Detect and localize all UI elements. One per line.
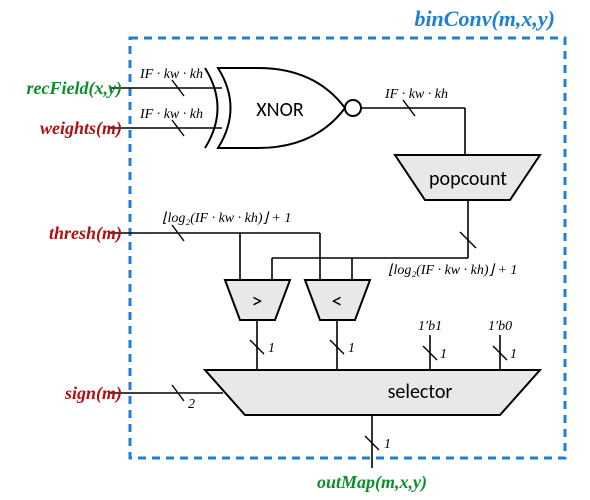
lt-comparator: < bbox=[305, 280, 370, 320]
module-title: binConv(m,x,y) bbox=[414, 6, 555, 31]
thresh-port: thresh(m) bbox=[49, 223, 122, 244]
sign-width-label: 2 bbox=[188, 397, 195, 412]
const-b0: 1 1′b0 bbox=[488, 319, 517, 370]
recfield-width-label: IF · kw · kh bbox=[139, 67, 203, 82]
xnor-label: XNOR bbox=[256, 98, 304, 122]
b0-label: 1′b0 bbox=[488, 319, 512, 334]
weights-width-label: IF · kw · kh bbox=[139, 107, 203, 122]
recfield-wire: IF · kw · kh bbox=[110, 67, 222, 96]
gt-out-width-label: 1 bbox=[268, 341, 275, 356]
popcount-out-wire: ⌊log₂(IF · kw · kh)⌋ + 1 bbox=[272, 200, 517, 280]
xnor-out-width-label: IF · kw · kh bbox=[384, 87, 448, 102]
popcount-block: popcount bbox=[395, 155, 540, 200]
selector-out-wire: 1 bbox=[365, 415, 391, 468]
const-b1: 1 1′b1 bbox=[418, 319, 447, 370]
gt-out-wire: 1 bbox=[250, 320, 275, 370]
selector-out-width-label: 1 bbox=[384, 437, 391, 452]
b1-label: 1′b1 bbox=[418, 319, 442, 334]
thresh-wire: ⌊log₂(IF · kw · kh)⌋ + 1 bbox=[110, 211, 320, 280]
b1-width-label: 1 bbox=[440, 347, 447, 362]
selector-label: selector bbox=[388, 380, 453, 404]
weights-wire: IF · kw · kh bbox=[110, 107, 222, 136]
xnor-gate: XNOR bbox=[205, 68, 361, 148]
gt-comparator: > bbox=[225, 280, 290, 320]
outmap-port: outMap(m,x,y) bbox=[317, 472, 427, 493]
b0-width-label: 1 bbox=[510, 347, 517, 362]
selector-block: selector bbox=[205, 370, 540, 415]
popcount-label: popcount bbox=[429, 167, 507, 191]
recfield-port: recField(x,y) bbox=[27, 78, 122, 99]
gt-label: > bbox=[252, 287, 263, 314]
thresh-width-label: ⌊log₂(IF · kw · kh)⌋ + 1 bbox=[162, 211, 291, 226]
sign-wire: 2 bbox=[110, 385, 223, 412]
lt-out-wire: 1 bbox=[330, 320, 355, 370]
lt-label: < bbox=[332, 287, 343, 314]
popcount-out-width-label: ⌊log₂(IF · kw · kh)⌋ + 1 bbox=[388, 263, 517, 278]
lt-out-width-label: 1 bbox=[348, 341, 355, 356]
xnor-out-wire: IF · kw · kh bbox=[361, 87, 465, 155]
sign-port: sign(m) bbox=[64, 383, 122, 404]
weights-port: weights(m) bbox=[40, 118, 122, 139]
